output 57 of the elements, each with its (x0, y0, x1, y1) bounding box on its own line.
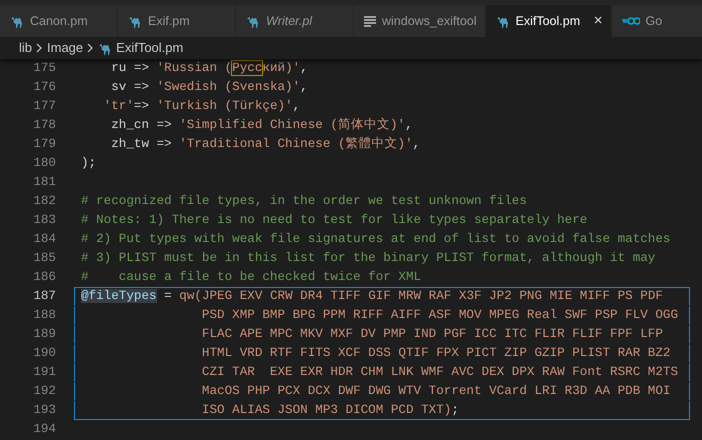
line-number: 193 (32, 402, 56, 419)
code-line: HTML VRD RTF FITS XCF DSS QTIF FPX PICT ZIP GZIP PLIST RAR BZ2 (74, 344, 690, 363)
line-number: 184 (32, 231, 56, 248)
line-number: 187 (32, 288, 56, 305)
code-line: PSD XMP BMP BPG PPM RIFF AIFF ASF MOV MPEG Real SWF PSP FLV OGG (74, 306, 690, 325)
text-lines-icon (364, 16, 376, 26)
line-number: 175 (32, 60, 56, 77)
line-number: 185 (32, 250, 56, 267)
breadcrumb-item[interactable]: lib (19, 38, 32, 58)
code-line: sv => 'Swedish (Svenska)', (110, 79, 309, 96)
line-number: 188 (32, 307, 56, 324)
code-line: zh_tw => 'Traditional Chinese (繁體中文)', (110, 136, 422, 153)
line-number: 191 (32, 364, 56, 381)
camel-icon (98, 42, 112, 54)
line-number: 181 (32, 174, 56, 191)
line-number: 192 (32, 383, 56, 400)
go-icon (622, 17, 640, 25)
line-number: 180 (32, 155, 56, 172)
code-line: @fileTypes = qw(JPEG EXV CRW DR4 TIFF GIF MRW RAF X3F JP2 PNG MIE MIFF PS PDF (74, 287, 690, 306)
line-number: 186 (32, 269, 56, 286)
code-line: # 2) Put types with weak file signatures at end of list to avoid false matches (80, 231, 672, 248)
line-number: 177 (32, 98, 56, 115)
line-number: 176 (32, 79, 56, 96)
camel-icon (246, 14, 260, 28)
line-number: 189 (32, 326, 56, 343)
code-line: # recognized file types, in the order we test unknown files (80, 193, 528, 210)
code-line: # Notes: 1) There is no need to test for like types separately here (80, 212, 588, 229)
editor-tab[interactable]: Exif.pm (118, 5, 236, 37)
code-line: CZI TAR EXE EXR HDR CHM LNK WMF AVC DEX DPX RAW Font RSRC M2TS (74, 363, 690, 382)
code-line: FLAC APE MPC MKV MXF DV PMP IND PGF ICC ITC FLIR FLIF FPF LFP (74, 325, 690, 344)
close-button[interactable]: × (594, 10, 602, 32)
code-line: # 3) PLIST must be in this list for the binary PLIST format, although it may (80, 250, 656, 267)
code-line: MacOS PHP PCX DCX DWF DWG WTV Torrent VCard LRI R3D AA PDB MOI (74, 382, 690, 401)
line-number: 190 (32, 345, 56, 362)
editor-tab[interactable]: ExifTool.pm × (486, 5, 612, 37)
editor-tab[interactable]: windows_exiftool (354, 5, 486, 37)
editor-tab[interactable]: Writer.pl (236, 5, 354, 37)
code-line: ru => 'Russian (Русский)', (110, 60, 309, 77)
code-line: ISO ALIAS JSON MP3 DICOM PCD TXT); (74, 401, 690, 420)
camel-icon (496, 14, 510, 28)
breadcrumb-item[interactable]: Image (47, 38, 84, 58)
camel-icon (10, 14, 24, 28)
line-number: 178 (32, 117, 56, 134)
code-line: zh_cn => 'Simplified Chinese (简体中文)', (110, 116, 414, 134)
line-number: 183 (32, 212, 56, 229)
code-line: ); (80, 155, 98, 172)
line-number: 182 (32, 193, 56, 210)
editor-tab[interactable]: Go (612, 5, 702, 37)
chevron-icon (87, 43, 94, 53)
code-line: 'tr'=> 'Turkish (Türkçe)', (102, 98, 302, 115)
code-line: # cause a file to be checked twice for XML (80, 269, 422, 286)
editor-tab[interactable]: Canon.pm (0, 5, 118, 37)
camel-icon (128, 14, 142, 28)
chevron-icon (36, 43, 44, 53)
line-number: 194 (32, 421, 56, 438)
line-number: 179 (32, 136, 56, 153)
breadcrumb-item[interactable]: ExifTool.pm (116, 38, 184, 58)
